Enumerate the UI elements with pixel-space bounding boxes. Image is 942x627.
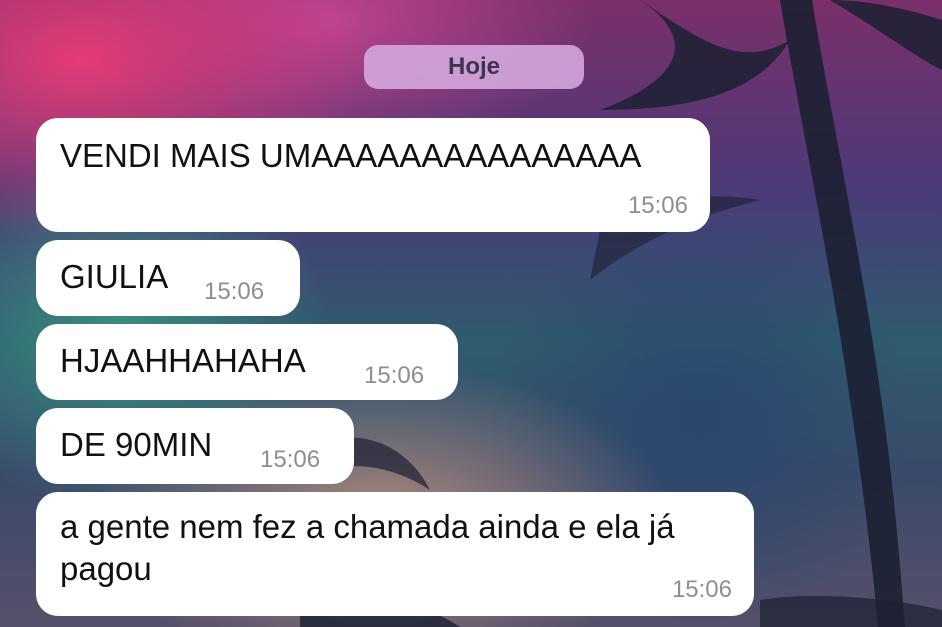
date-separator: Hoje: [364, 45, 584, 89]
message-timestamp: 15:06: [364, 362, 425, 389]
message-text: HJAAHHAHAHA: [60, 342, 306, 379]
message-text: VENDI MAIS UMAAAAAAAAAAAAAAA: [60, 137, 642, 174]
message-text: a gente nem fez a chamada ainda e ela já…: [60, 508, 675, 587]
message-timestamp: 15:06: [204, 278, 265, 305]
message-timestamp: 15:06: [627, 192, 688, 219]
message-bubble[interactable]: DE 90MIN 15:06: [36, 408, 354, 484]
message-bubble[interactable]: a gente nem fez a chamada ainda e ela já…: [36, 492, 754, 616]
message-text: DE 90MIN: [60, 426, 213, 463]
message-timestamp: 15:06: [260, 446, 321, 473]
message-timestamp: 15:06: [671, 576, 732, 603]
message-bubble[interactable]: VENDI MAIS UMAAAAAAAAAAAAAAA 15:06: [36, 118, 710, 232]
message-text: GIULIA: [60, 258, 169, 295]
chat-screen: Hoje VENDI MAIS UMAAAAAAAAAAAAAAA 15:06 …: [0, 0, 942, 627]
message-bubble[interactable]: HJAAHHAHAHA 15:06: [36, 324, 458, 400]
message-bubble[interactable]: GIULIA 15:06: [36, 240, 300, 316]
